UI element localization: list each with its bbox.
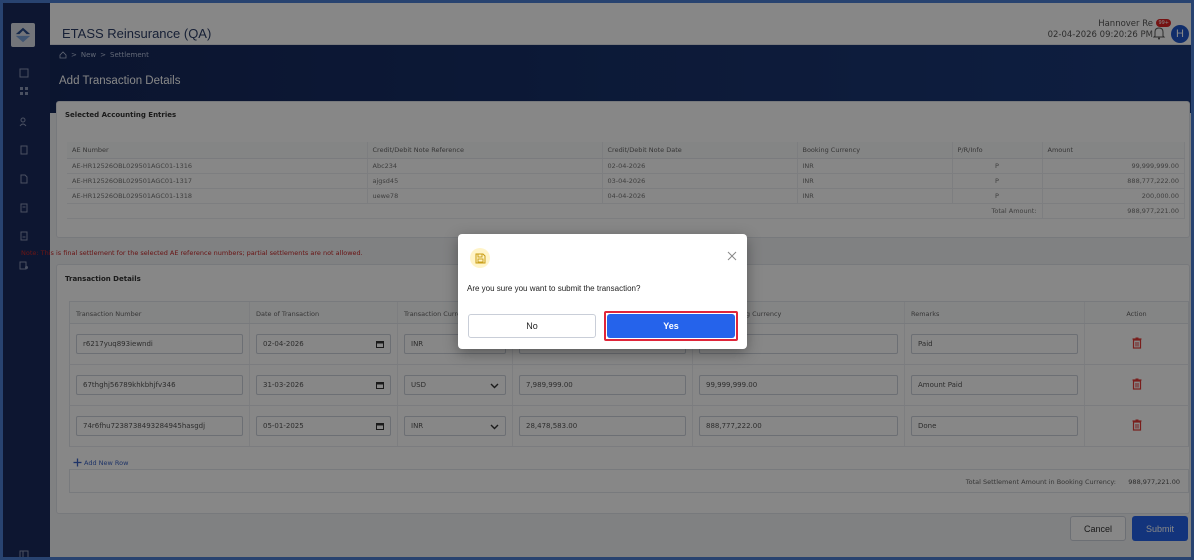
confirm-dialog: Are you sure you want to submit the tran…: [458, 234, 747, 349]
yes-button[interactable]: Yes: [607, 314, 735, 338]
no-button[interactable]: No: [468, 314, 596, 338]
save-icon: [470, 248, 490, 268]
close-icon[interactable]: [727, 251, 737, 261]
dialog-message: Are you sure you want to submit the tran…: [467, 284, 641, 293]
